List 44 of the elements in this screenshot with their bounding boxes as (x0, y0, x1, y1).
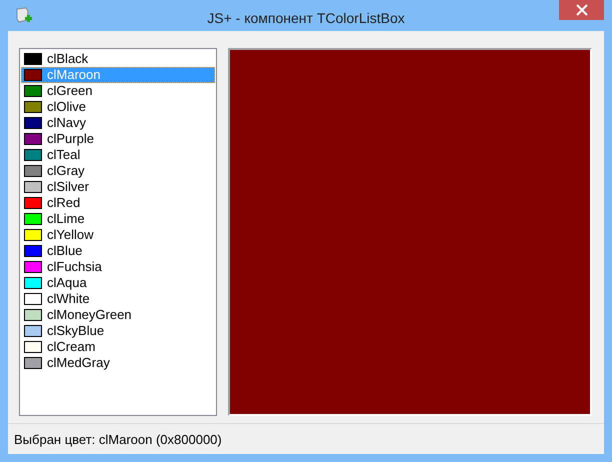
color-list-item[interactable]: clMedGray (21, 355, 215, 371)
color-list-item[interactable]: clRed (21, 195, 215, 211)
color-name: clTeal (47, 148, 80, 162)
color-list-item[interactable]: clBlack (21, 51, 215, 67)
color-name: clBlue (47, 244, 82, 258)
color-name: clOlive (47, 100, 86, 114)
color-name: clLime (47, 212, 85, 226)
color-list[interactable]: clBlack clMaroon clGreen clOlive clNavy clPurple clTeal clGray clSilver clRed clLime clYellow clBlue clFuchsia clAqua clWhite clMoneyGreen clSkyBlue clCream clMedGray (19, 48, 217, 416)
color-name: clBlack (47, 52, 88, 66)
color-name: clNavy (47, 116, 86, 130)
close-button[interactable] (559, 0, 604, 20)
color-list-item[interactable]: clLime (21, 211, 215, 227)
color-name: clSilver (47, 180, 89, 194)
color-name: clMaroon (47, 68, 100, 82)
color-name: clCream (47, 340, 96, 354)
color-list-item[interactable]: clSilver (21, 179, 215, 195)
color-name: clYellow (47, 228, 94, 242)
color-name: clFuchsia (47, 260, 102, 274)
color-list-item[interactable]: clNavy (21, 115, 215, 131)
color-list-item[interactable]: clGreen (21, 83, 215, 99)
color-name: clMedGray (47, 356, 110, 370)
color-list-item[interactable]: clWhite (21, 291, 215, 307)
close-icon (576, 4, 588, 16)
color-name: clWhite (47, 292, 90, 306)
color-list-item[interactable]: clSkyBlue (21, 323, 215, 339)
color-name: clGray (47, 164, 85, 178)
color-name: clMoneyGreen (47, 308, 132, 322)
color-name: clRed (47, 196, 80, 210)
color-list-item[interactable]: clTeal (21, 147, 215, 163)
color-name: clPurple (47, 132, 94, 146)
color-list-item[interactable]: clMoneyGreen (21, 307, 215, 323)
color-list-item[interactable]: clPurple (21, 131, 215, 147)
window-title: JS+ - компонент TColorListBox (207, 8, 405, 26)
color-name: clGreen (47, 84, 93, 98)
color-list-item[interactable]: clFuchsia (21, 259, 215, 275)
color-list-item[interactable]: clGray (21, 163, 215, 179)
color-list-item[interactable]: clOlive (21, 99, 215, 115)
status-text: Выбран цвет: clMaroon (0x800000) (14, 432, 222, 446)
color-list-item[interactable]: clCream (21, 339, 215, 355)
color-list-item[interactable]: clAqua (21, 275, 215, 291)
color-list-item[interactable]: clYellow (21, 227, 215, 243)
color-name: clAqua (47, 276, 87, 290)
color-list-item[interactable]: clBlue (21, 243, 215, 259)
color-name: clSkyBlue (47, 324, 104, 338)
